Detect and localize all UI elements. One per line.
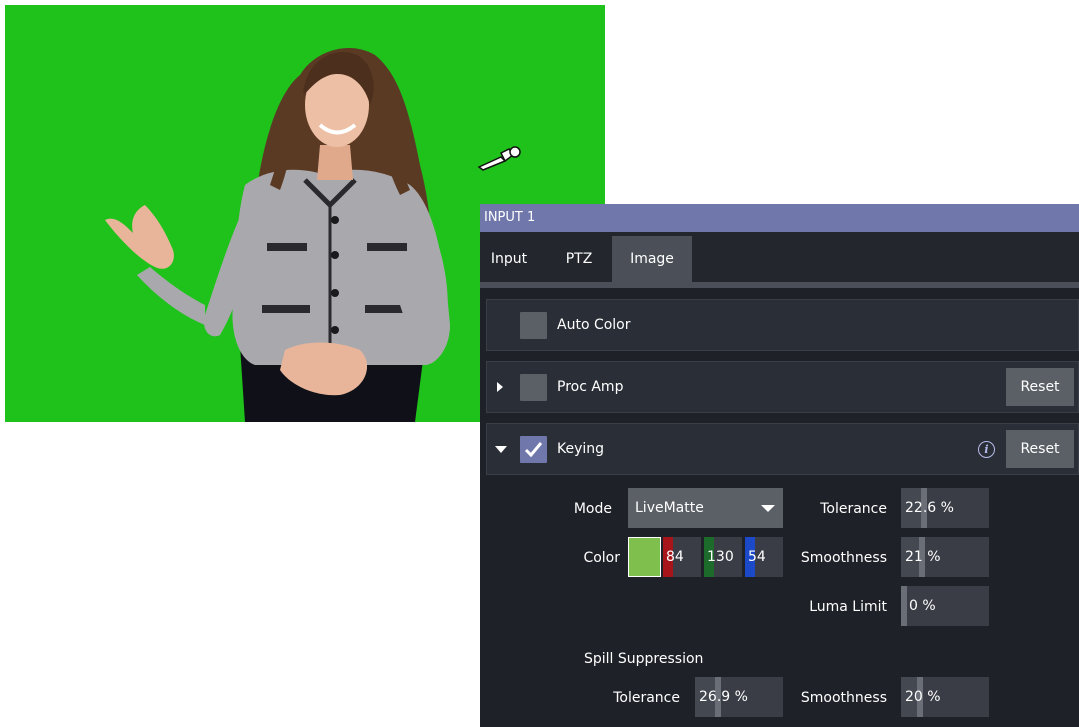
input-panel: INPUT 1 Input PTZ Image Auto Color Proc … xyxy=(480,204,1079,727)
spill-tolerance-value: 26.9 % xyxy=(699,689,748,705)
spill-smoothness-label: Smoothness xyxy=(800,690,887,706)
smoothness-label: Smoothness xyxy=(800,550,887,566)
tolerance-label: Tolerance xyxy=(820,501,887,517)
info-icon[interactable]: i xyxy=(978,441,995,458)
auto-color-checkbox[interactable] xyxy=(520,312,547,339)
mode-value: LiveMatte xyxy=(635,500,704,516)
auto-color-label: Auto Color xyxy=(557,317,631,333)
tolerance-slider[interactable]: 22.6 % xyxy=(901,488,989,528)
luma-limit-slider[interactable]: 0 % xyxy=(901,586,989,626)
red-value: 84 xyxy=(666,549,684,565)
mode-select[interactable]: LiveMatte xyxy=(628,488,783,528)
spill-tolerance-slider[interactable]: 26.9 % xyxy=(695,677,783,717)
proc-amp-reset-button[interactable]: Reset xyxy=(1006,368,1074,406)
mode-label: Mode xyxy=(573,501,612,517)
proc-amp-section: Proc Amp Reset xyxy=(486,361,1079,413)
proc-amp-label: Proc Amp xyxy=(557,379,624,395)
green-channel-field[interactable]: 130 xyxy=(704,537,742,577)
chevron-down-icon xyxy=(761,505,775,512)
tab-image[interactable]: Image xyxy=(612,236,692,282)
smoothness-slider[interactable]: 21 % xyxy=(901,537,989,577)
proc-amp-checkbox[interactable] xyxy=(520,374,547,401)
keying-section: Keying i Reset xyxy=(486,423,1079,475)
tab-input[interactable]: Input xyxy=(480,236,538,282)
auto-color-section: Auto Color xyxy=(486,299,1079,351)
panel-title: INPUT 1 xyxy=(480,204,1079,232)
green-value: 130 xyxy=(707,549,734,565)
spill-tolerance-label: Tolerance xyxy=(613,690,680,706)
color-swatch[interactable] xyxy=(628,537,661,577)
check-icon xyxy=(524,442,543,458)
keying-reset-button[interactable]: Reset xyxy=(1006,430,1074,468)
expand-arrow-icon[interactable] xyxy=(497,382,503,392)
luma-limit-value: 0 % xyxy=(909,598,936,614)
spill-smoothness-value: 20 % xyxy=(905,689,941,705)
keying-label: Keying xyxy=(557,441,605,457)
spill-smoothness-slider[interactable]: 20 % xyxy=(901,677,989,717)
tab-bar: Input PTZ Image xyxy=(480,232,1079,282)
blue-channel-field[interactable]: 54 xyxy=(745,537,783,577)
color-label: Color xyxy=(583,550,620,566)
smoothness-value: 21 % xyxy=(905,549,941,565)
tolerance-value: 22.6 % xyxy=(905,500,954,516)
spill-suppression-label: Spill Suppression xyxy=(584,651,704,667)
luma-limit-label: Luma Limit xyxy=(809,599,887,615)
keying-checkbox[interactable] xyxy=(520,436,547,463)
tab-ptz[interactable]: PTZ xyxy=(554,236,604,282)
tab-underline xyxy=(480,282,1079,288)
collapse-arrow-icon[interactable] xyxy=(495,446,507,453)
red-channel-field[interactable]: 84 xyxy=(663,537,701,577)
blue-value: 54 xyxy=(748,549,766,565)
slider-handle[interactable] xyxy=(901,586,907,626)
